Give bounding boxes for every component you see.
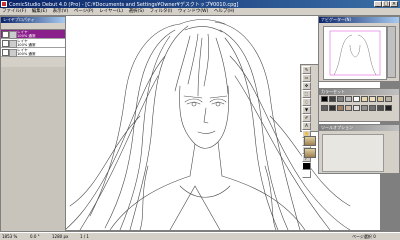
layer-row[interactable]: レイヤ 100% 通常 xyxy=(1,39,65,48)
title-bar: ComicStudio Debut 4.0 (Pro) - [C:¥Docume… xyxy=(0,0,400,8)
select-tool-icon[interactable]: ⬚ xyxy=(302,90,311,98)
color-swatch[interactable] xyxy=(353,105,360,111)
menu-help[interactable]: ヘルプ(H) xyxy=(212,8,236,16)
layer-thumbnail xyxy=(9,40,17,48)
color-swatch[interactable] xyxy=(321,105,328,111)
layer-row[interactable]: レイヤ 100% 通常 xyxy=(1,48,65,57)
color-swatch[interactable] xyxy=(353,96,360,102)
eye-icon[interactable] xyxy=(2,40,9,47)
eraser-tool-icon[interactable]: ▭ xyxy=(302,74,311,82)
brush-tool-icon[interactable]: ✐ xyxy=(302,114,311,122)
color-swatch[interactable] xyxy=(377,105,384,111)
navigator-zoom-slider[interactable] xyxy=(387,26,396,78)
menu-page[interactable]: ページ(P) xyxy=(72,8,96,16)
menu-filter[interactable]: フィルタ(I) xyxy=(148,8,175,16)
lasso-tool-icon[interactable]: ◌ xyxy=(302,98,311,106)
color-swatch[interactable] xyxy=(369,105,376,111)
status-bar: 1853 % 0.0 ° 1280 px 1 / 1 ページ選択 0 xyxy=(0,232,400,240)
color-swatch[interactable] xyxy=(385,105,392,111)
size-readout: 1280 px xyxy=(52,234,69,239)
gradient-preview[interactable] xyxy=(304,136,316,146)
menu-edit[interactable]: 編集(E) xyxy=(30,8,49,16)
color-swatch[interactable] xyxy=(337,105,344,111)
color-swatch[interactable] xyxy=(361,96,368,102)
layer-row[interactable]: レイヤ 100% 通常 xyxy=(1,30,65,39)
navigator-panel-title: ナビゲーター(N) xyxy=(319,17,399,23)
layer-toolbar xyxy=(1,23,65,30)
page-select-readout: ページ選択 0 xyxy=(352,234,376,239)
menu-window[interactable]: ウィンドウ(W) xyxy=(176,8,210,16)
window-title: ComicStudio Debut 4.0 (Pro) - [C:¥Docume… xyxy=(9,2,239,8)
angle-readout: 0.0 ° xyxy=(30,234,40,239)
menu-select[interactable]: 選択(S) xyxy=(127,8,146,16)
app-icon xyxy=(1,1,7,7)
color-swatch[interactable] xyxy=(345,96,352,102)
gradient-preview[interactable] xyxy=(304,148,316,158)
tool-option-panel-title: ツールオプション xyxy=(319,125,399,131)
menu-view[interactable]: 表示(V) xyxy=(51,8,71,16)
maximize-button[interactable]: □ xyxy=(382,1,390,7)
layer-panel: レイヤプロパティ レイヤ 100% 通常 レイヤ 100% 通常 レイヤ 100… xyxy=(0,16,66,232)
tool-palette: ✎▭ ✥⬚ ◌▼ ✐A ✋⊕ ⌐╱ xyxy=(300,64,319,178)
text-tool-icon[interactable]: A xyxy=(302,122,311,130)
color-swatch[interactable] xyxy=(369,96,376,102)
page-readout: 1 / 1 xyxy=(80,234,89,239)
color-swatch[interactable] xyxy=(361,105,368,111)
color-swatch[interactable] xyxy=(385,96,392,102)
sub-color-swatch[interactable] xyxy=(302,170,311,178)
color-swatch[interactable] xyxy=(321,96,328,102)
layer-thumbnail xyxy=(9,31,17,39)
color-set-panel: カラーセット xyxy=(318,88,400,122)
close-button[interactable]: × xyxy=(390,1,398,7)
menu-layer[interactable]: レイヤー(L) xyxy=(97,8,125,16)
move-tool-icon[interactable]: ✥ xyxy=(302,82,311,90)
color-swatch[interactable] xyxy=(345,105,352,111)
layer-mode: 100% 通常 xyxy=(17,52,36,56)
menu-file[interactable]: ファイル(F) xyxy=(0,8,28,16)
tool-option-panel: ツールオプション xyxy=(318,124,400,174)
navigator-preview[interactable] xyxy=(323,26,387,80)
minimize-button[interactable]: _ xyxy=(374,1,382,7)
navigator-thumbnail xyxy=(329,30,381,76)
fill-tool-icon[interactable]: ▼ xyxy=(302,106,311,114)
main-color-swatch[interactable] xyxy=(302,162,311,170)
layer-mode: 100% 通常 xyxy=(17,43,36,47)
layer-list-empty-area xyxy=(1,67,65,231)
eye-icon[interactable] xyxy=(2,49,9,56)
color-swatch-grid xyxy=(319,95,399,115)
color-swatch[interactable] xyxy=(329,96,336,102)
tool-option-list[interactable] xyxy=(322,134,384,172)
layer-thumbnail xyxy=(9,49,17,57)
color-swatch[interactable] xyxy=(337,96,344,102)
menu-bar: ファイル(F) 編集(E) 表示(V) ページ(P) レイヤー(L) 選択(S)… xyxy=(0,8,400,16)
zoom-readout: 1853 % xyxy=(2,234,18,239)
pen-tool-icon[interactable]: ✎ xyxy=(302,66,311,74)
layer-mode: 100% 通常 xyxy=(17,34,36,38)
eye-icon[interactable] xyxy=(2,31,9,38)
color-swatch[interactable] xyxy=(377,96,384,102)
color-swatch[interactable] xyxy=(329,105,336,111)
navigator-panel: ナビゲーター(N) xyxy=(318,16,400,82)
